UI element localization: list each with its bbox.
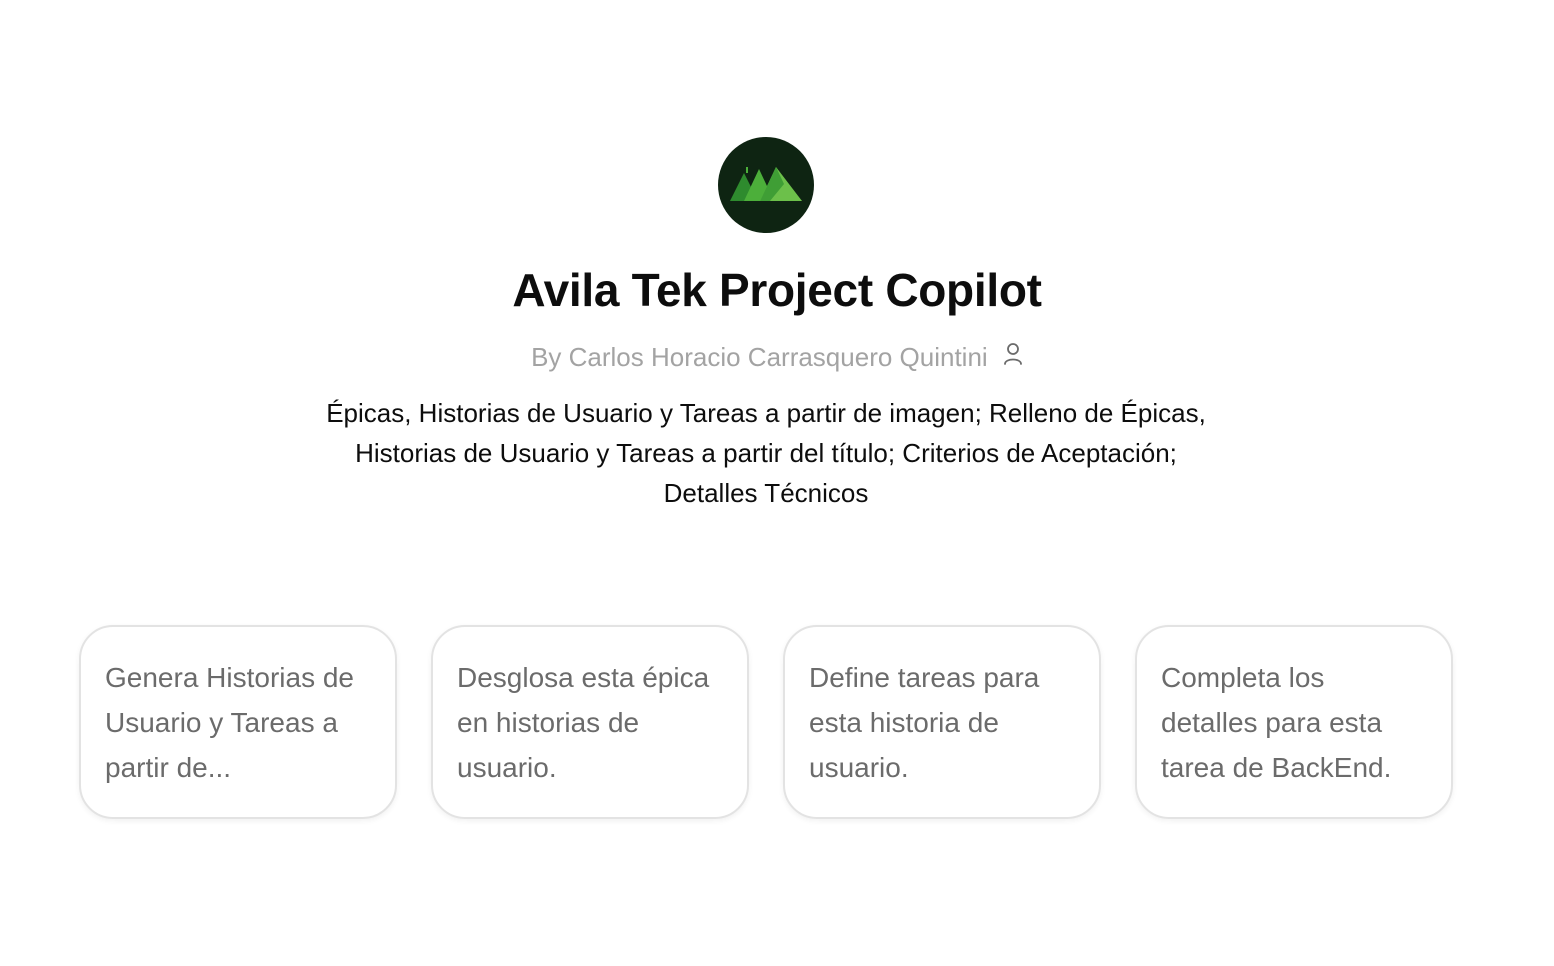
gpt-logo — [718, 137, 814, 233]
conversation-starter-card[interactable]: Desglosa esta épica en historias de usua… — [431, 625, 749, 819]
conversation-starters: Genera Historias de Usuario y Tareas a p… — [79, 625, 1455, 819]
conversation-starter-card[interactable]: Genera Historias de Usuario y Tareas a p… — [79, 625, 397, 819]
starter-text: Genera Historias de Usuario y Tareas a p… — [105, 662, 355, 783]
conversation-starter-card[interactable]: Completa los detalles para esta tarea de… — [1135, 625, 1453, 819]
gpt-landing: Avila Tek Project Copilot By Carlos Hora… — [0, 0, 1554, 966]
person-icon — [1003, 340, 1023, 374]
byline-text: By Carlos Horacio Carrasquero Quintini — [531, 342, 988, 372]
starter-text: Define tareas para esta historia de usua… — [809, 662, 1040, 783]
starter-text: Desglosa esta épica en historias de usua… — [457, 662, 710, 783]
gpt-byline[interactable]: By Carlos Horacio Carrasquero Quintini — [0, 340, 1554, 376]
starter-text: Completa los detalles para esta tarea de… — [1161, 662, 1392, 783]
conversation-starter-card[interactable]: Define tareas para esta historia de usua… — [783, 625, 1101, 819]
gpt-description: Épicas, Historias de Usuario y Tareas a … — [326, 398, 1206, 508]
mountains-logo-icon — [730, 167, 802, 201]
gpt-title: Avila Tek Project Copilot — [512, 264, 1042, 316]
